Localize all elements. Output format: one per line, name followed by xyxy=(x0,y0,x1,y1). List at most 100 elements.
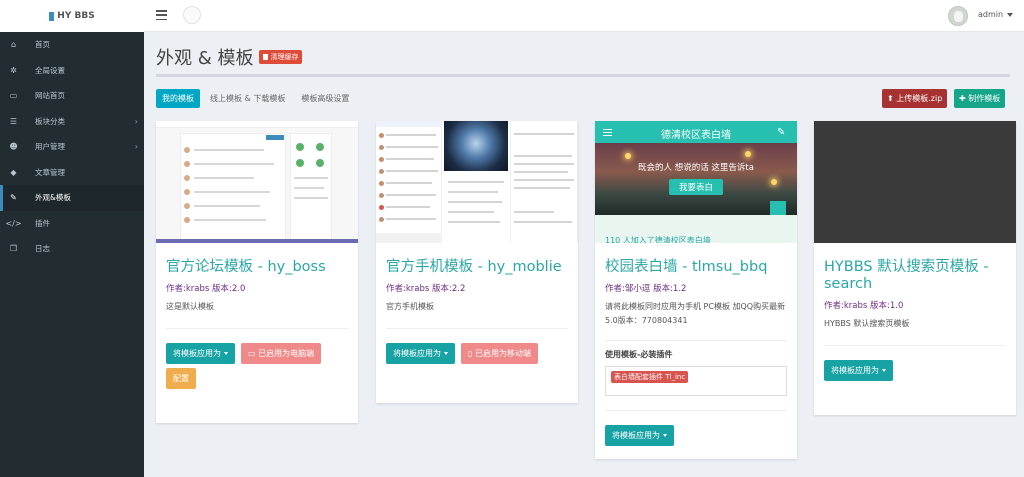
template-thumbnail[interactable]: 德清校区表白墙 ✎ 既会的人 想说的话 这里告诉ta 我要表白 110 人加入了… xyxy=(595,121,797,243)
preview-tagline: 既会的人 想说的话 这里告诉ta xyxy=(638,163,754,173)
template-thumbnail[interactable] xyxy=(814,121,1016,243)
apply-template-label: 将模板应用为 xyxy=(173,349,221,358)
apply-template-button[interactable]: 将模板应用为 xyxy=(605,425,674,446)
make-template-label: 制作模板 xyxy=(968,94,1001,103)
monitor-icon: ▭ xyxy=(248,349,259,358)
template-author: 作者:krabs 版本:1.0 xyxy=(824,301,904,311)
page-header: 外观 & 模板 清理缓存 xyxy=(156,44,303,70)
enabled-pc-button[interactable]: ▭ 已启用为电脑端 xyxy=(241,343,322,364)
page-title: 外观 & 模板 xyxy=(156,48,254,69)
top-bar: HY BBS admin xyxy=(0,0,1024,32)
template-title: 官方论坛模板 - hy_boss xyxy=(166,259,326,275)
gear-icon: ✲ xyxy=(10,65,17,75)
template-title: HYBBS 默认搜索页模板 - search xyxy=(824,259,989,292)
upload-template-button[interactable]: ⬆ 上传模板.zip xyxy=(882,89,948,108)
sidebar-item-label: 文章管理 xyxy=(35,167,65,177)
trash-icon xyxy=(263,54,269,60)
tab-my-templates[interactable]: 我的模板 xyxy=(156,89,200,108)
template-card-hy-moblie: 官方手机模板 - hy_moblie 作者:krabs 版本:2.2 官方手机模… xyxy=(376,121,578,403)
template-author: 作者:krabs 版本:2.0 xyxy=(166,284,246,294)
sidebar-item-label: 外观&模板 xyxy=(35,193,71,203)
menu-toggle-icon[interactable] xyxy=(156,10,167,20)
sidebar-item-label: 首页 xyxy=(35,40,50,50)
apply-template-button[interactable]: 将模板应用为 xyxy=(166,343,235,364)
template-tabs: 我的模板 线上模板 & 下载模板 模板高级设置 xyxy=(156,89,355,108)
tab-advanced-settings[interactable]: 模板高级设置 xyxy=(295,89,355,108)
template-description: 官方手机模板 xyxy=(386,302,434,311)
pencil-icon: ✎ xyxy=(777,127,786,138)
sidebar: ⌂ 首页 ✲ 全局设置 ▭ 网站首页 ☰ 板块分类 › ☻ 用户管理 › ◆ 文章管理 ✎ 外观&模板 </> 插… xyxy=(0,32,144,477)
main-content: 外观 & 模板 清理缓存 我的模板 线上模板 & 下载模板 模板高级设置 ⬆ 上… xyxy=(144,32,1024,477)
plugin-tag[interactable]: 表白墙配套插件 Tl_inc xyxy=(611,371,689,383)
list-icon: ☰ xyxy=(9,116,18,126)
divider xyxy=(156,74,1010,77)
template-thumbnail[interactable] xyxy=(156,121,358,243)
mobile-icon: ▯ xyxy=(468,349,475,358)
apply-template-button[interactable]: 将模板应用为 xyxy=(386,343,455,364)
caret-down-icon xyxy=(882,369,886,372)
enabled-label: 已启用为移动端 xyxy=(474,349,531,358)
template-description: 请将此模板同时应用为手机 PC模板 加QQ购买最新5.0版本：770804341 xyxy=(605,302,786,325)
template-title: 校园表白墙 - tlmsu_bbq xyxy=(605,259,768,275)
caret-down-icon xyxy=(444,352,448,355)
config-button[interactable]: 配置 xyxy=(166,368,196,389)
tag-icon: ◆ xyxy=(10,167,17,177)
plugins-heading: 使用模板-必装插件 xyxy=(605,350,673,359)
monitor-icon: ▭ xyxy=(9,91,18,101)
sidebar-item-5[interactable]: ◆ 文章管理 xyxy=(0,160,144,186)
sidebar-item-8[interactable]: ❒ 日志 xyxy=(0,236,144,262)
sidebar-item-2[interactable]: ▭ 网站首页 xyxy=(0,83,144,109)
sidebar-item-label: 网站首页 xyxy=(35,91,65,101)
template-card-tlmsu-bbq: 德清校区表白墙 ✎ 既会的人 想说的话 这里告诉ta 我要表白 110 人加入了… xyxy=(595,121,797,459)
sidebar-item-3[interactable]: ☰ 板块分类 › xyxy=(0,109,144,135)
enabled-label: 已启用为电脑端 xyxy=(258,349,315,358)
brand-name: HY BBS xyxy=(57,11,95,21)
caret-down-icon xyxy=(224,352,228,355)
user-name[interactable]: admin xyxy=(978,10,1003,19)
clear-cache-label: 清理缓存 xyxy=(270,53,299,61)
apply-template-button[interactable]: 将模板应用为 xyxy=(824,360,893,381)
template-card-hy-boss: 官方论坛模板 - hy_boss 作者:krabs 版本:2.0 这是默认模板 … xyxy=(156,121,358,423)
refresh-icon[interactable] xyxy=(183,6,201,24)
clear-cache-button[interactable]: 清理缓存 xyxy=(259,50,303,64)
code-icon: </> xyxy=(5,218,22,228)
sidebar-item-7[interactable]: </> 插件 xyxy=(0,211,144,237)
sidebar-item-label: 插件 xyxy=(35,218,50,228)
sidebar-item-6[interactable]: ✎ 外观&模板 xyxy=(0,185,144,211)
users-icon: ☻ xyxy=(9,142,18,152)
template-description: 这是默认模板 xyxy=(166,302,214,311)
home-icon: ⌂ xyxy=(10,40,17,50)
template-thumbnail[interactable] xyxy=(376,121,578,243)
avatar[interactable] xyxy=(948,6,968,26)
search-icon xyxy=(770,201,786,215)
sidebar-item-label: 全局设置 xyxy=(35,65,65,75)
brush-icon: ✎ xyxy=(10,193,17,203)
caret-down-icon xyxy=(663,434,667,437)
apply-template-label: 将模板应用为 xyxy=(612,431,660,440)
sidebar-item-4[interactable]: ☻ 用户管理 › xyxy=(0,134,144,160)
plugin-list: 表白墙配套插件 Tl_inc xyxy=(605,366,787,396)
apply-template-label: 将模板应用为 xyxy=(393,349,441,358)
make-template-button[interactable]: ✚ 制作模板 xyxy=(954,89,1006,108)
brand-mark-icon xyxy=(49,11,55,21)
template-title: 官方手机模板 - hy_moblie xyxy=(386,259,562,275)
apply-template-label: 将模板应用为 xyxy=(831,366,879,375)
preview-cta: 我要表白 xyxy=(669,179,723,195)
upload-template-label: 上传模板.zip xyxy=(896,94,943,103)
sidebar-item-label: 板块分类 xyxy=(35,116,65,126)
template-description: HYBBS 默认搜索页模板 xyxy=(824,319,910,328)
sidebar-item-1[interactable]: ✲ 全局设置 xyxy=(0,58,144,84)
brand-logo[interactable]: HY BBS xyxy=(0,0,144,32)
sidebar-item-label: 用户管理 xyxy=(35,142,65,152)
chevron-down-icon[interactable] xyxy=(1007,13,1013,17)
sidebar-item-0[interactable]: ⌂ 首页 xyxy=(0,32,144,58)
template-author: 作者:krabs 版本:2.2 xyxy=(386,284,466,294)
template-author: 作者:邹小逗 版本:1.2 xyxy=(605,284,687,294)
cube-icon: ❒ xyxy=(9,244,18,254)
tab-online-templates[interactable]: 线上模板 & 下载模板 xyxy=(204,89,291,108)
chevron-right-icon: › xyxy=(134,116,138,126)
sidebar-item-label: 日志 xyxy=(35,244,50,254)
chevron-right-icon: › xyxy=(134,142,138,151)
template-card-search: HYBBS 默认搜索页模板 - search 作者:krabs 版本:1.0 H… xyxy=(814,121,1016,415)
enabled-mobile-button[interactable]: ▯ 已启用为移动端 xyxy=(461,343,538,364)
